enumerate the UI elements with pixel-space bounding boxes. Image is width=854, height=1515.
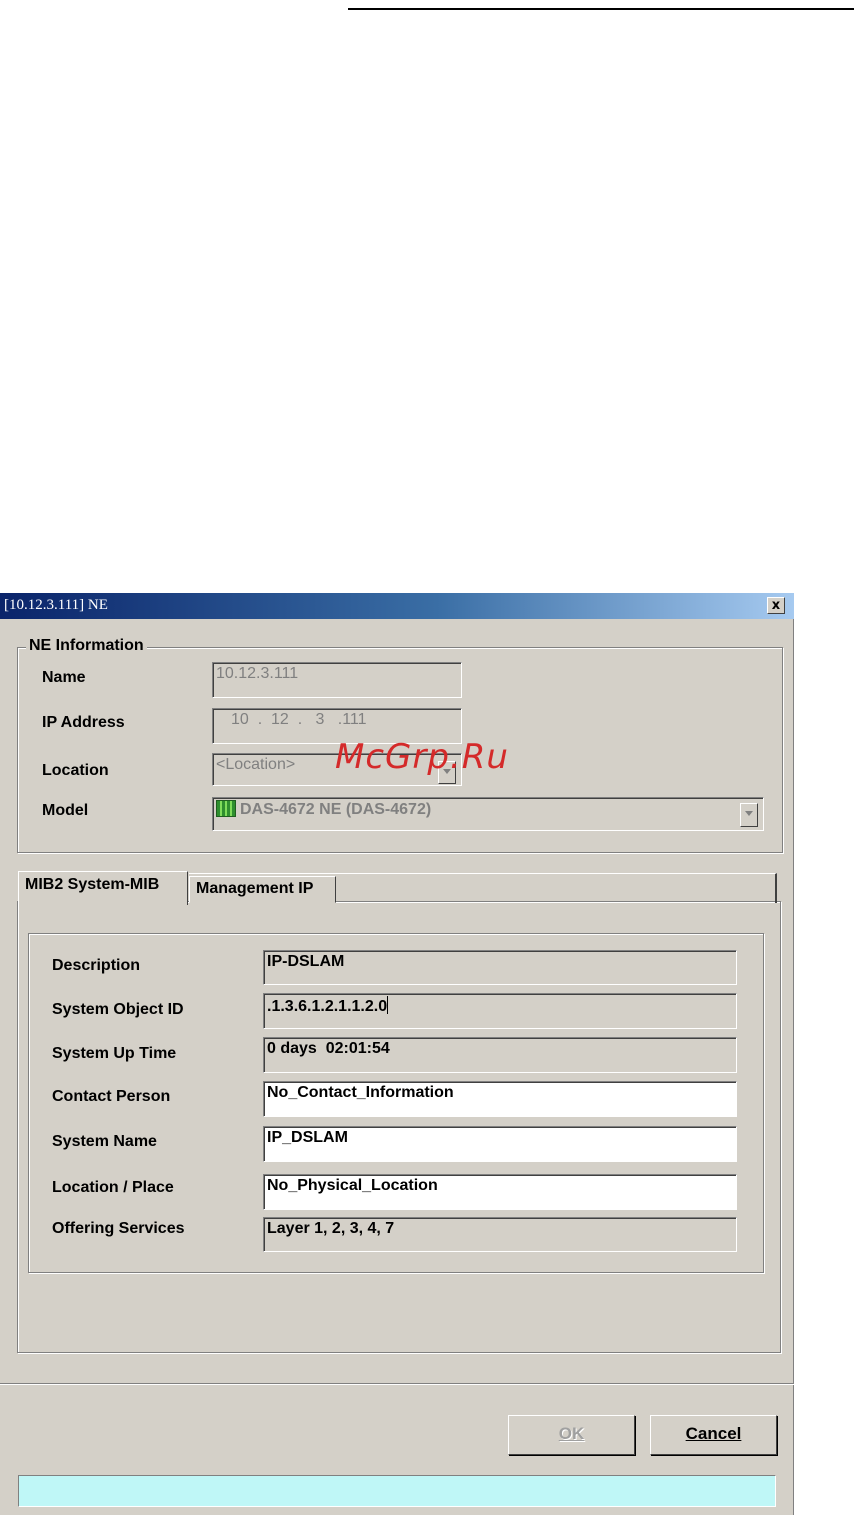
description-field[interactable]: IP-DSLAM	[263, 950, 737, 985]
ne-dialog: [10.12.3.111] NE x NE Information Name 1…	[0, 593, 794, 1515]
name-label: Name	[42, 669, 86, 686]
system-name-field[interactable]: IP_DSLAM	[263, 1126, 737, 1162]
model-combo[interactable]: DAS-4672 NE (DAS-4672)	[212, 797, 764, 831]
system-object-id-label: System Object ID	[52, 1001, 184, 1018]
location-label: Location	[42, 762, 109, 779]
close-button[interactable]: x	[767, 597, 785, 614]
system-object-id-field[interactable]: .1.3.6.1.2.1.1.2.0	[263, 993, 737, 1029]
ip-octet-2: 12	[271, 711, 289, 728]
ip-octet-1: 10	[231, 711, 249, 728]
watermark: McGrp.Ru	[335, 737, 509, 777]
dslam-icon	[216, 800, 236, 817]
ok-button[interactable]: OK	[508, 1415, 635, 1455]
text-cursor	[387, 996, 389, 1014]
ip-octet-4: 111	[342, 711, 367, 728]
ip-octet-3: 3	[315, 711, 325, 728]
model-value: DAS-4672 NE (DAS-4672)	[240, 801, 432, 818]
title-bar[interactable]: [10.12.3.111] NE x	[0, 593, 794, 619]
tab-management-ip[interactable]: Management IP	[189, 876, 336, 903]
contact-person-field[interactable]: No_Contact_Information	[263, 1081, 737, 1117]
contact-person-label: Contact Person	[52, 1088, 171, 1105]
model-dropdown-button[interactable]	[740, 803, 758, 827]
model-label: Model	[42, 802, 89, 819]
tab-mib2-system-mib[interactable]: MIB2 System-MIB	[18, 871, 188, 905]
system-up-time-field[interactable]: 0 days 02:01:54	[263, 1037, 737, 1073]
location-place-label: Location / Place	[52, 1179, 174, 1196]
ne-information-legend: NE Information	[26, 637, 147, 655]
ip-address-label: IP Address	[42, 714, 125, 731]
name-field[interactable]: 10.12.3.111	[212, 662, 462, 698]
location-place-field[interactable]: No_Physical_Location	[263, 1174, 737, 1210]
system-up-time-label: System Up Time	[52, 1045, 177, 1062]
description-label: Description	[52, 957, 141, 974]
offering-services-label: Offering Services	[52, 1220, 185, 1237]
ip-dot-1: .	[257, 711, 263, 728]
cancel-button[interactable]: Cancel	[650, 1415, 777, 1455]
top-rule	[348, 8, 854, 10]
window-title: [10.12.3.111] NE	[4, 597, 108, 613]
status-bar	[18, 1475, 776, 1507]
ip-dot-2: .	[297, 711, 303, 728]
system-name-label: System Name	[52, 1133, 157, 1150]
system-object-id-value: .1.3.6.1.2.1.1.2.0	[267, 998, 388, 1015]
footer-separator	[0, 1383, 794, 1385]
offering-services-field[interactable]: Layer 1, 2, 3, 4, 7	[263, 1217, 737, 1252]
